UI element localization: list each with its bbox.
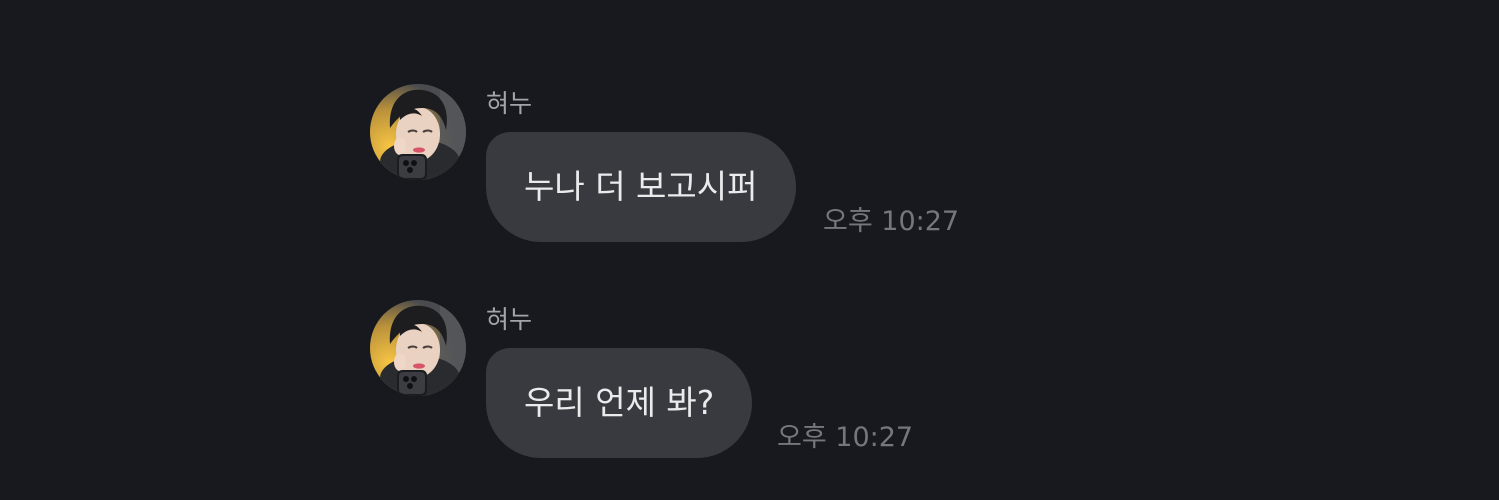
message-timestamp: 오후 10:27 [777, 422, 914, 453]
message-row: 혀누 우리 언제 봐? 오후 10:27 [0, 300, 1499, 500]
sender-name: 혀누 [486, 305, 533, 334]
message-timestamp: 오후 10:27 [823, 206, 960, 237]
message-row: 혀누 누나 더 보고시퍼 오후 10:27 [0, 84, 1499, 284]
message-bubble[interactable]: 누나 더 보고시퍼 [486, 132, 796, 242]
sender-name: 혀누 [486, 89, 533, 118]
profile-photo-icon[interactable] [370, 300, 466, 396]
message-bubble[interactable]: 우리 언제 봐? [486, 348, 753, 458]
profile-photo-icon[interactable] [370, 84, 466, 180]
